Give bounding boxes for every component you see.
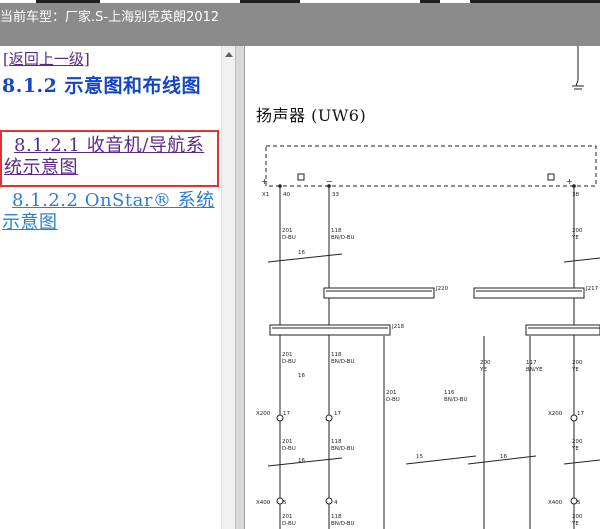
wiring-diagram: X1 40 33 38 201 D-BU 118 BN/D-BU 200 YE … (256, 46, 600, 529)
wire-circuit: 200 (572, 439, 583, 445)
pin-label: 5 (283, 500, 287, 506)
wire-color: YE (479, 367, 487, 373)
pin-label: 40 (283, 192, 290, 198)
wire-circuit: 200 (572, 514, 583, 520)
nav-item-label: 8.1.2.2 OnStar® 系统示意图 (2, 190, 215, 233)
wire-color: D-BU (386, 397, 400, 403)
navigation-pane: [返回上一级] 8.1.2 示意图和布线图 8.1.2.1 收音机/导航系统示意… (0, 46, 221, 529)
connector-label: J217 (585, 286, 599, 292)
wire-circuit: 118 (331, 228, 342, 234)
pin-label: 5 (577, 500, 581, 506)
gauge-label: 16 (298, 373, 305, 379)
pane-splitter[interactable] (235, 46, 245, 529)
wire-color: BN/D-BU (331, 521, 355, 527)
gauge-label: 16 (298, 250, 305, 256)
nav-item-radio-navigation-schematic[interactable]: 8.1.2.1 收音机/导航系统示意图 (0, 130, 219, 187)
wire-color: YE (571, 367, 579, 373)
pin-label: 17 (283, 411, 290, 417)
back-link[interactable]: [返回上一级] (3, 48, 90, 69)
connector-label: J218 (391, 324, 405, 330)
harness-label: X400 (548, 500, 563, 506)
wire-color: BN/D-BU (444, 397, 468, 403)
pin-label: 17 (334, 411, 341, 417)
gauge-label: 16 (500, 454, 507, 460)
wire-color: D-BU (282, 235, 296, 241)
wire-color: D-BU (282, 446, 296, 452)
current-model-label: 当前车型：厂家.S-上海别克英朗2012 (0, 10, 220, 25)
harness-label: X200 (256, 411, 271, 417)
harness-label: X400 (256, 500, 271, 506)
wire-circuit: 117 (526, 360, 537, 366)
section-heading: 8.1.2 示意图和布线图 (2, 75, 202, 97)
pin-label: 4 (334, 500, 338, 506)
wire-circuit: 200 (572, 360, 583, 366)
svg-text:−: − (326, 177, 333, 186)
title-bar-strip (0, 0, 600, 3)
terminal-label: X1 (262, 192, 269, 198)
title-bar: 当前车型：厂家.S-上海别克英朗2012 (0, 0, 600, 46)
wire-circuit: 201 (282, 228, 293, 234)
wire-circuit: 116 (444, 390, 455, 396)
nav-item-onstar-schematic[interactable]: 8.1.2.2 OnStar® 系统示意图 (2, 190, 217, 234)
wire-color: BN/YE (526, 367, 543, 373)
svg-text:+: + (566, 177, 573, 186)
diagram-pane: 扬声器 (UW6) X1 40 33 38 201 D-BU 118 BN/D-… (246, 46, 600, 529)
wire-circuit: 201 (282, 514, 293, 520)
svg-text:+: + (261, 177, 268, 186)
wire-circuit: 118 (331, 439, 342, 445)
gauge-label: 16 (298, 458, 305, 464)
gauge-label: 15 (416, 454, 423, 460)
wire-circuit: 200 (572, 228, 583, 234)
pin-label: 38 (572, 192, 579, 198)
wire-circuit: 200 (480, 360, 491, 366)
wire-color: YE (571, 235, 579, 241)
pin-label: 33 (332, 192, 339, 198)
wire-circuit: 201 (282, 439, 293, 445)
wire-color: BN/D-BU (331, 359, 355, 365)
harness-label: X200 (548, 411, 563, 417)
nav-item-label: 8.1.2.1 收音机/导航系统示意图 (4, 135, 205, 178)
wire-color: BN/D-BU (331, 446, 355, 452)
wire-color: BN/D-BU (331, 235, 355, 241)
wire-color: YE (571, 521, 579, 527)
wire-color: YE (571, 446, 579, 452)
wire-circuit: 118 (331, 352, 342, 358)
scroll-up-arrow-icon[interactable] (225, 52, 233, 57)
wire-circuit: 201 (386, 390, 397, 396)
pin-label: 17 (577, 411, 584, 417)
wire-color: D-BU (282, 521, 296, 527)
wire-color: D-BU (282, 359, 296, 365)
wire-circuit: 201 (282, 352, 293, 358)
nav-scrollbar[interactable] (221, 46, 235, 529)
wire-circuit: 118 (331, 514, 342, 520)
connector-label: J220 (435, 286, 449, 292)
